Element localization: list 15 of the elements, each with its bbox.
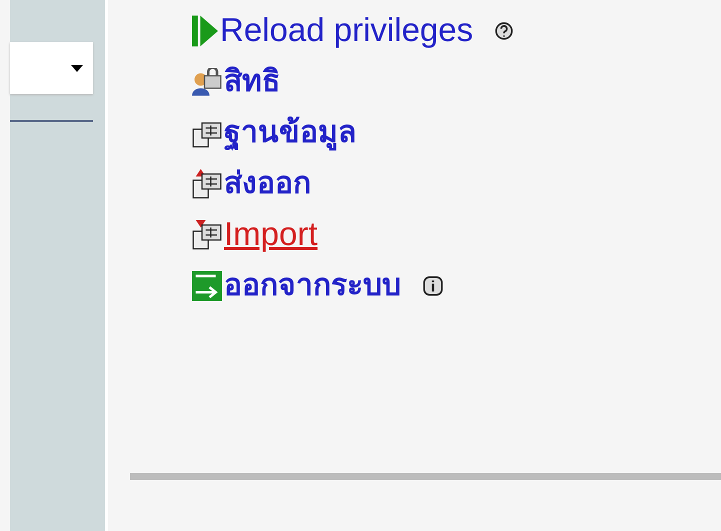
- table-icon: [192, 168, 222, 198]
- menu-link[interactable]: ฐานข้อมูล: [224, 116, 356, 149]
- help-icon[interactable]: [495, 22, 514, 40]
- caret-icon: [71, 65, 83, 72]
- info-icon[interactable]: [423, 276, 443, 296]
- dropdown-field[interactable]: [10, 42, 93, 94]
- menu-link[interactable]: ส่งออก: [224, 167, 311, 200]
- menu-link[interactable]: Reload privileges: [220, 12, 474, 49]
- exit-icon: [192, 270, 222, 300]
- menu-link[interactable]: สิทธิ: [224, 65, 280, 98]
- menu-link[interactable]: Import: [224, 216, 318, 253]
- user-lock-icon: [192, 68, 222, 96]
- menu-link[interactable]: ออกจากระบบ: [224, 269, 401, 302]
- play-icon: [192, 14, 218, 46]
- table-icon: [192, 220, 222, 250]
